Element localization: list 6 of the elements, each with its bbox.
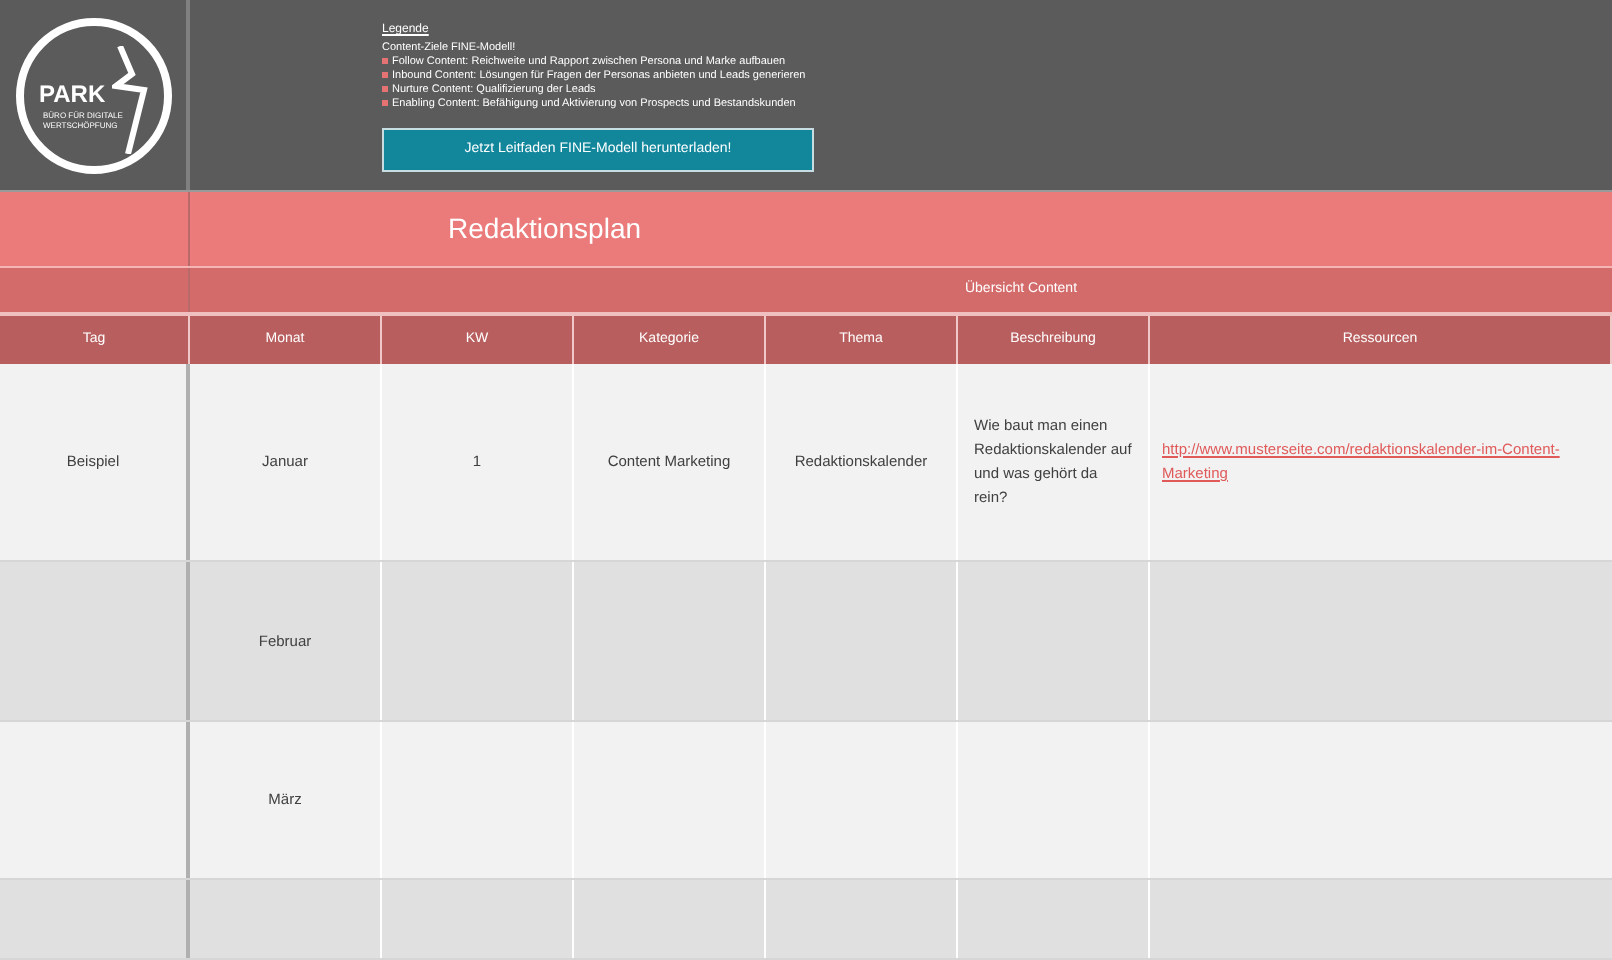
bullet-icon (382, 100, 388, 107)
bullet-icon (382, 86, 388, 93)
sheet-title: Redaktionsplan (448, 210, 642, 249)
bullet-icon (382, 72, 388, 79)
logo-wordmark: PARK (39, 81, 106, 106)
bullet-icon (382, 58, 388, 65)
